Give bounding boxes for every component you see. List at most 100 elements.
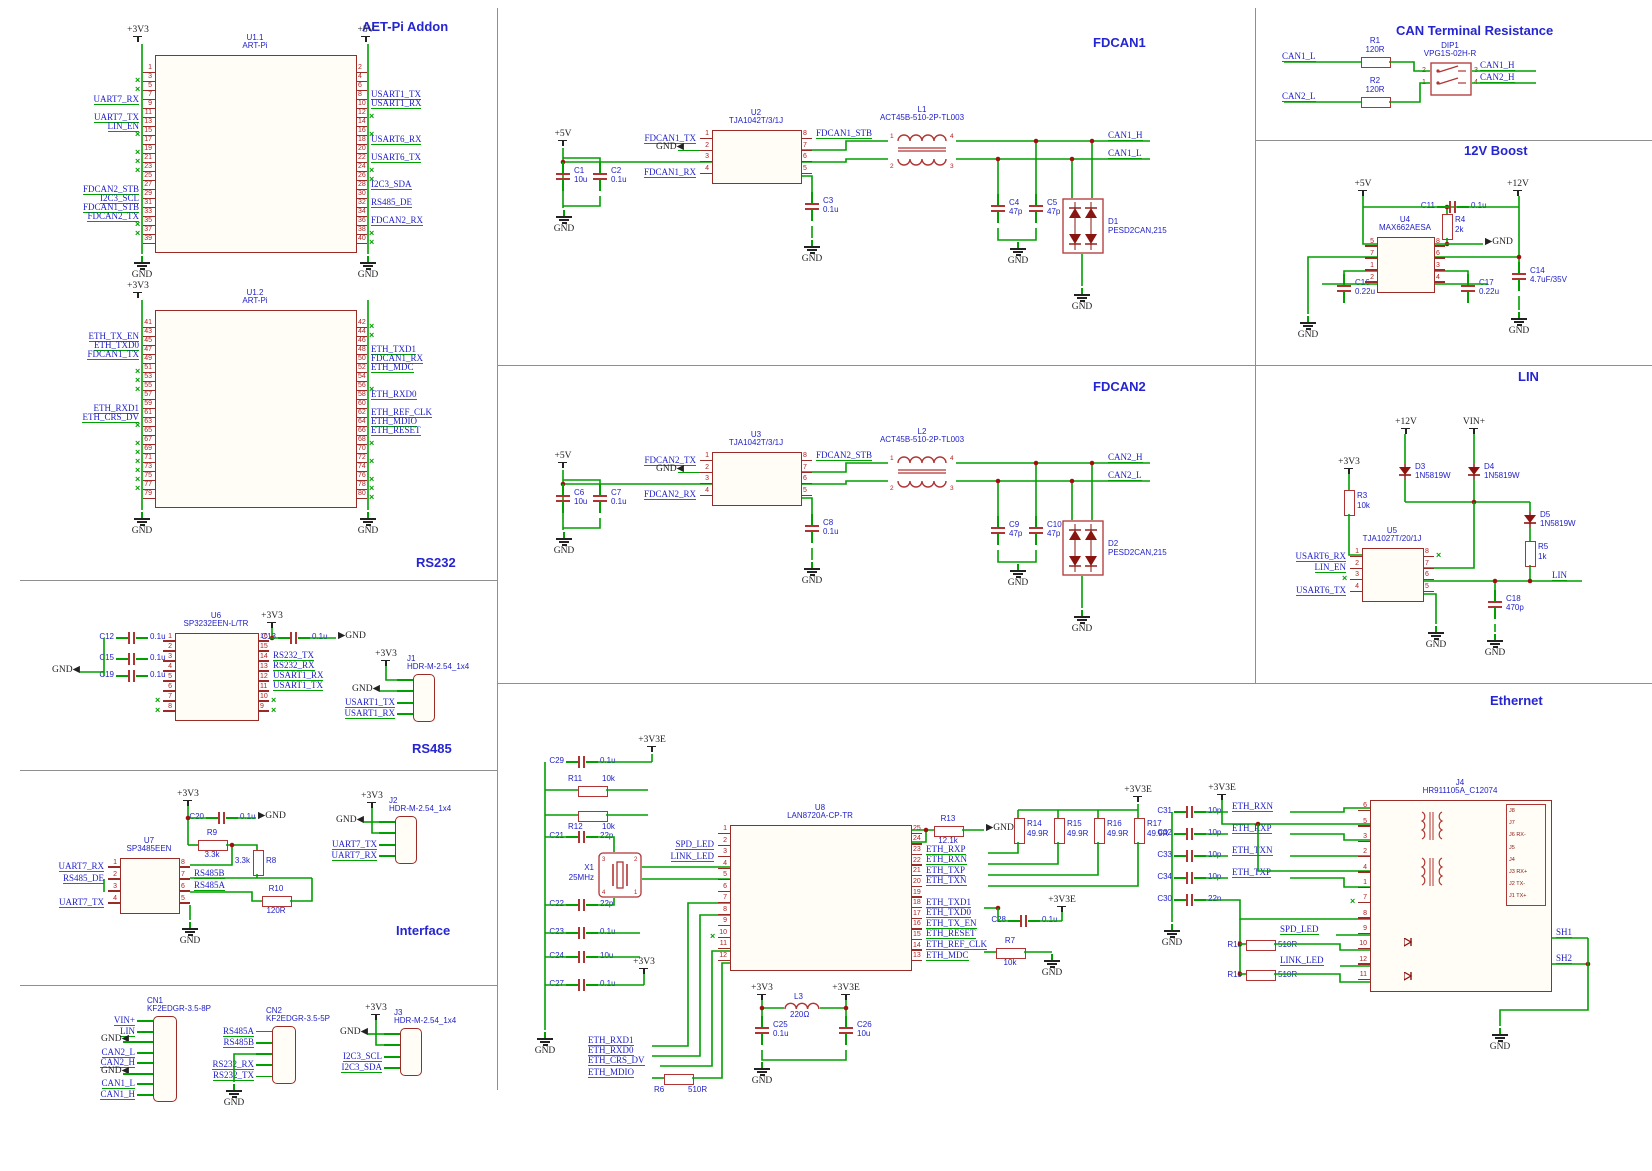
connector-cn2[interactable] [272,1026,296,1084]
wire-seg [839,1027,853,1029]
wire-seg [116,637,128,639]
wire-seg [1074,616,1090,618]
wire-seg [1492,1034,1508,1036]
ic-u4[interactable] [1377,237,1435,293]
ic-u2[interactable] [712,130,802,184]
transformer-coil [1416,856,1450,890]
wire-seg [566,904,578,906]
svg-text:3: 3 [950,163,954,170]
diode-d5[interactable] [1523,512,1537,528]
wire-seg [647,746,656,747]
wire-seg [143,462,155,463]
wire-seg [143,444,155,445]
wire-seg [1217,794,1226,795]
wire-seg [1358,810,1370,811]
wire-seg [845,1016,847,1027]
wire-seg [256,1076,272,1078]
wire-seg [1358,948,1370,949]
ic-u7[interactable] [120,858,180,914]
wire-seg [133,653,135,665]
wire-seg [360,262,376,264]
inductor-l2[interactable]: 1423 [888,450,956,494]
diode-d4[interactable] [1467,464,1481,480]
ic-u3[interactable] [712,452,802,506]
wire-seg [562,180,564,191]
ic-u1-1[interactable] [155,55,357,253]
wire-seg [1074,294,1090,296]
inductor-l3[interactable] [784,1002,820,1010]
ic-u6[interactable] [175,633,259,721]
connector-cn1[interactable] [153,1016,177,1102]
transformer-coil [1416,810,1450,844]
wire [372,808,379,833]
wire-seg [593,495,607,497]
wire-seg [562,502,564,513]
tvs-diode-d1[interactable] [1062,198,1104,254]
connector-j2[interactable] [395,816,417,864]
wire-seg [1013,251,1023,253]
wire [1200,900,1370,919]
tvs-diode-d2[interactable] [1062,520,1104,576]
wire-seg [140,524,145,526]
wire-seg [397,713,413,715]
wire-seg [137,1073,153,1075]
wire-seg [810,574,815,576]
wire-seg [807,249,817,251]
wire-seg [143,372,155,373]
wire-seg [163,640,175,641]
wire-seg [1358,933,1370,934]
wire-seg [360,518,376,520]
wire-seg [997,516,999,527]
wire-seg [556,500,570,502]
svg-text:1: 1 [890,455,894,462]
junction-dot [924,828,929,833]
wire-seg [137,521,147,523]
wire-seg [807,571,817,573]
wire-seg [556,178,570,180]
wire-seg [185,931,195,933]
wire-seg [1358,841,1370,842]
wire-seg [718,960,730,961]
wire-seg [678,150,700,151]
wire-seg [1016,576,1021,578]
wire-seg [586,761,598,763]
wire-seg [997,534,999,545]
wire-seg [143,336,155,337]
connector-j1[interactable] [413,674,435,722]
wire [800,159,888,162]
wire-seg [761,1016,763,1027]
ic-u8[interactable] [730,825,912,971]
ic-u1-2[interactable] [155,310,357,508]
wire [800,481,888,484]
wire-seg [811,532,813,543]
wire-seg [136,658,148,660]
inductor-l1[interactable]: 1423 [888,128,956,172]
wire-seg [133,292,142,293]
wire-seg [1044,960,1060,962]
wire-seg [108,902,120,903]
wire-seg [804,246,820,248]
ic-u5[interactable] [1362,548,1424,602]
wire-seg [566,956,578,958]
wire-seg [700,483,712,484]
connector-j3[interactable] [400,1028,422,1076]
wire-seg [593,500,607,502]
wire [563,196,600,206]
junction-dot [844,1006,849,1011]
wire-seg [1164,930,1180,932]
crystal-x1[interactable]: 3241 [598,852,642,898]
wire-seg [1358,963,1370,964]
wire-seg [1493,646,1498,648]
dip-switch-dip1[interactable] [1430,62,1472,96]
wire-seg [143,426,155,427]
wire-seg [367,802,376,803]
diode-d3[interactable] [1398,464,1412,480]
wire-seg [700,138,712,139]
wire-seg [128,670,130,682]
wire-seg [143,327,155,328]
wire-seg [1191,850,1193,862]
wire-seg [1028,920,1040,922]
wire-seg [133,36,142,37]
wire-seg [586,956,598,958]
wire-seg [562,222,567,224]
